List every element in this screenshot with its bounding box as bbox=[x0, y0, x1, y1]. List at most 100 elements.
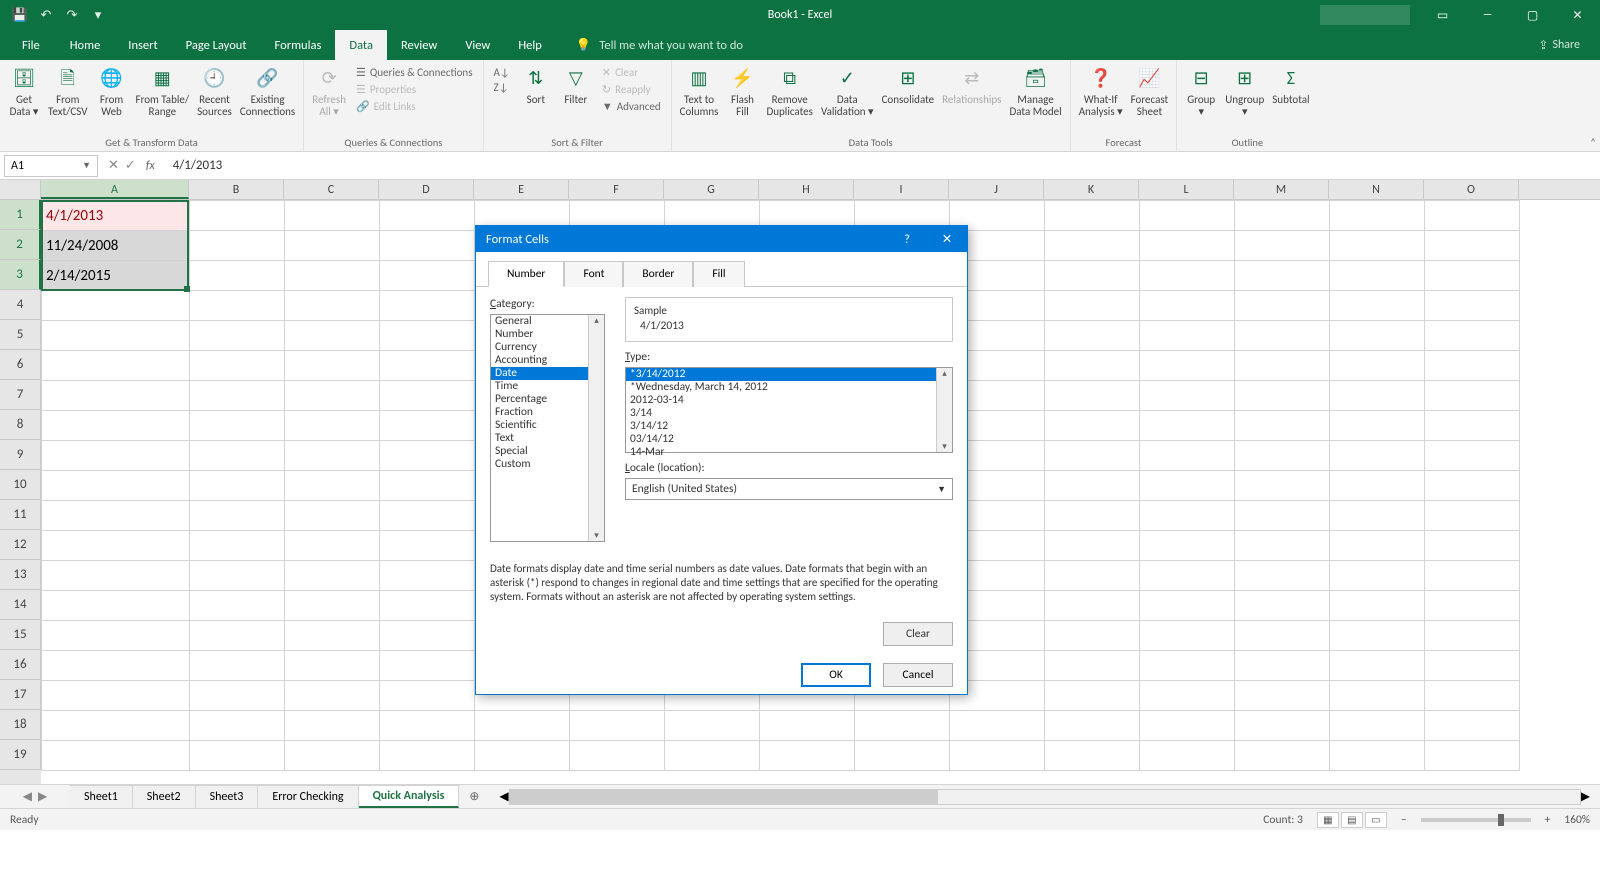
cell-M10[interactable] bbox=[1235, 471, 1330, 501]
cell-K9[interactable] bbox=[1045, 441, 1140, 471]
dialog-titlebar[interactable]: Format Cells ? ✕ bbox=[476, 226, 967, 252]
cell-A16[interactable] bbox=[42, 651, 190, 681]
column-header-I[interactable]: I bbox=[854, 180, 949, 199]
cell-A5[interactable] bbox=[42, 321, 190, 351]
sheet-tab-sheet3[interactable]: Sheet3 bbox=[196, 785, 259, 808]
cell-N7[interactable] bbox=[1330, 381, 1425, 411]
cell-C4[interactable] bbox=[285, 291, 380, 321]
cell-D8[interactable] bbox=[380, 411, 475, 441]
horizontal-scrollbar[interactable]: ◀▶ bbox=[489, 789, 1600, 805]
cell-N5[interactable] bbox=[1330, 321, 1425, 351]
cell-H19[interactable] bbox=[760, 741, 855, 771]
undo-icon[interactable]: ↶ bbox=[34, 4, 58, 26]
cell-M18[interactable] bbox=[1235, 711, 1330, 741]
normal-view-icon[interactable]: ▦ bbox=[1317, 812, 1339, 828]
cell-K19[interactable] bbox=[1045, 741, 1140, 771]
cell-N19[interactable] bbox=[1330, 741, 1425, 771]
cell-C10[interactable] bbox=[285, 471, 380, 501]
column-header-F[interactable]: F bbox=[569, 180, 664, 199]
cell-J18[interactable] bbox=[950, 711, 1045, 741]
sheet-prev-icon[interactable]: ◀ bbox=[23, 789, 32, 804]
cell-B18[interactable] bbox=[190, 711, 285, 741]
cell-D3[interactable] bbox=[380, 261, 475, 291]
cell-C14[interactable] bbox=[285, 591, 380, 621]
minimize-icon[interactable]: ― bbox=[1465, 0, 1510, 30]
cell-K4[interactable] bbox=[1045, 291, 1140, 321]
cell-M6[interactable] bbox=[1235, 351, 1330, 381]
cell-M16[interactable] bbox=[1235, 651, 1330, 681]
cell-L2[interactable] bbox=[1140, 231, 1235, 261]
cell-K12[interactable] bbox=[1045, 531, 1140, 561]
cell-A14[interactable] bbox=[42, 591, 190, 621]
tab-help[interactable]: Help bbox=[504, 30, 555, 60]
cell-C11[interactable] bbox=[285, 501, 380, 531]
dialog-tab-number[interactable]: Number bbox=[488, 261, 564, 287]
sheet-tab-sheet2[interactable]: Sheet2 bbox=[133, 785, 196, 808]
cell-A1[interactable]: 4/1/2013 bbox=[42, 201, 190, 231]
sheet-next-icon[interactable]: ▶ bbox=[38, 789, 47, 804]
ungroup-button[interactable]: ⊞Ungroup ▾ bbox=[1221, 64, 1268, 120]
cell-K1[interactable] bbox=[1045, 201, 1140, 231]
cell-C15[interactable] bbox=[285, 621, 380, 651]
cell-I19[interactable] bbox=[855, 741, 950, 771]
cell-K7[interactable] bbox=[1045, 381, 1140, 411]
cell-C2[interactable] bbox=[285, 231, 380, 261]
cell-M12[interactable] bbox=[1235, 531, 1330, 561]
cell-C7[interactable] bbox=[285, 381, 380, 411]
cell-A17[interactable] bbox=[42, 681, 190, 711]
name-box-dropdown-icon[interactable]: ▼ bbox=[82, 160, 91, 171]
cell-M14[interactable] bbox=[1235, 591, 1330, 621]
cell-A3[interactable]: 2/14/2015 bbox=[42, 261, 190, 291]
cell-M1[interactable] bbox=[1235, 201, 1330, 231]
manage-data-model-button[interactable]: 🗃Manage Data Model bbox=[1005, 64, 1065, 120]
cell-C9[interactable] bbox=[285, 441, 380, 471]
tab-home[interactable]: Home bbox=[56, 30, 115, 60]
page-layout-view-icon[interactable]: ▤ bbox=[1341, 812, 1363, 828]
type-list[interactable]: *3/14/2012*Wednesday, March 14, 20122012… bbox=[625, 367, 953, 453]
cell-N17[interactable] bbox=[1330, 681, 1425, 711]
column-header-B[interactable]: B bbox=[189, 180, 284, 199]
close-icon[interactable]: ✕ bbox=[1555, 0, 1600, 30]
row-header-10[interactable]: 10 bbox=[0, 470, 41, 500]
save-icon[interactable]: 💾 bbox=[8, 4, 32, 26]
cell-G19[interactable] bbox=[665, 741, 760, 771]
cell-C1[interactable] bbox=[285, 201, 380, 231]
cell-L6[interactable] bbox=[1140, 351, 1235, 381]
row-header-1[interactable]: 1 bbox=[0, 200, 41, 230]
qat-more-icon[interactable]: ▾ bbox=[86, 4, 110, 26]
row-header-18[interactable]: 18 bbox=[0, 710, 41, 740]
cell-O8[interactable] bbox=[1425, 411, 1520, 441]
cell-B14[interactable] bbox=[190, 591, 285, 621]
cell-D6[interactable] bbox=[380, 351, 475, 381]
cell-C16[interactable] bbox=[285, 651, 380, 681]
cell-D1[interactable] bbox=[380, 201, 475, 231]
cell-F19[interactable] bbox=[570, 741, 665, 771]
cell-B17[interactable] bbox=[190, 681, 285, 711]
cell-O18[interactable] bbox=[1425, 711, 1520, 741]
redo-icon[interactable]: ↷ bbox=[60, 4, 84, 26]
cell-K14[interactable] bbox=[1045, 591, 1140, 621]
group-button[interactable]: ⊟Group ▾ bbox=[1181, 64, 1221, 120]
row-header-7[interactable]: 7 bbox=[0, 380, 41, 410]
cell-L16[interactable] bbox=[1140, 651, 1235, 681]
type-item[interactable]: 03/14/12 bbox=[626, 433, 952, 446]
cell-O19[interactable] bbox=[1425, 741, 1520, 771]
account-placeholder[interactable] bbox=[1320, 5, 1410, 25]
cell-K5[interactable] bbox=[1045, 321, 1140, 351]
cell-O2[interactable] bbox=[1425, 231, 1520, 261]
cell-B7[interactable] bbox=[190, 381, 285, 411]
cell-M19[interactable] bbox=[1235, 741, 1330, 771]
cell-C17[interactable] bbox=[285, 681, 380, 711]
category-scrollbar[interactable]: ▴▾ bbox=[588, 315, 604, 541]
fx-icon[interactable]: fx bbox=[146, 159, 165, 173]
cell-D11[interactable] bbox=[380, 501, 475, 531]
type-scrollbar[interactable]: ▴▾ bbox=[936, 368, 952, 452]
cell-N6[interactable] bbox=[1330, 351, 1425, 381]
zoom-level[interactable]: 160% bbox=[1564, 813, 1590, 827]
cell-M11[interactable] bbox=[1235, 501, 1330, 531]
cell-O1[interactable] bbox=[1425, 201, 1520, 231]
cell-A12[interactable] bbox=[42, 531, 190, 561]
cell-E19[interactable] bbox=[475, 741, 570, 771]
cell-L9[interactable] bbox=[1140, 441, 1235, 471]
cell-O12[interactable] bbox=[1425, 531, 1520, 561]
